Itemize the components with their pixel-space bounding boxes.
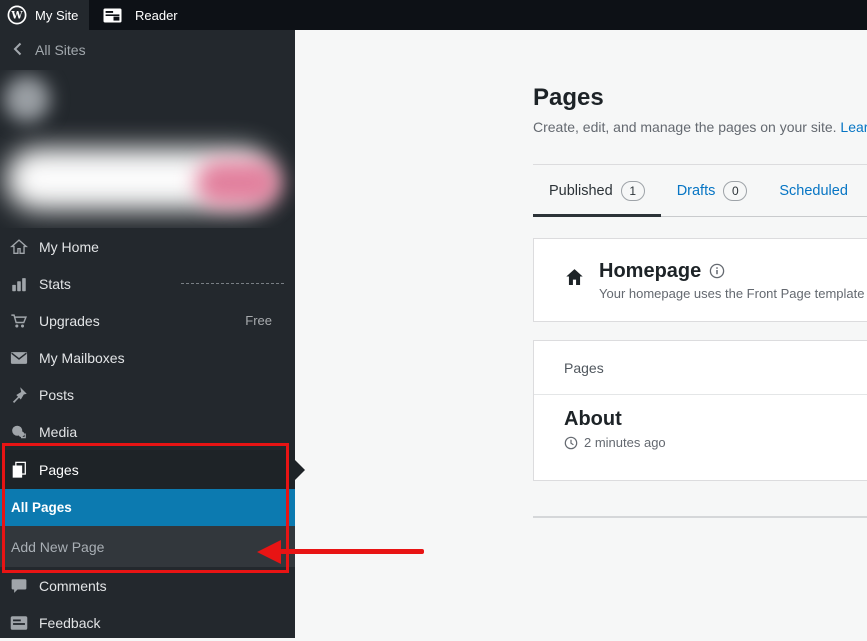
- wordpress-logo-icon: W: [7, 5, 27, 25]
- pages-list-card: Pages About 2 minutes ago: [533, 340, 867, 481]
- sidebar-item-feedback[interactable]: Feedback: [0, 604, 295, 641]
- sidebar-item-media[interactable]: Media: [0, 413, 295, 450]
- menu-label: Comments: [39, 578, 107, 594]
- sidebar-item-upgrades[interactable]: Upgrades Free: [0, 302, 295, 339]
- tab-scheduled[interactable]: Scheduled: [763, 165, 864, 217]
- media-icon: [9, 422, 28, 441]
- sidebar-item-stats[interactable]: Stats: [0, 265, 295, 302]
- submenu-item-all-pages[interactable]: All Pages: [0, 489, 295, 526]
- tab-count-badge: 0: [723, 181, 747, 201]
- pages-icon: [9, 460, 28, 479]
- sidebar: All Sites My Home Stats: [0, 30, 295, 638]
- cart-icon: [9, 311, 28, 330]
- main-content: Pages Create, edit, and manage the pages…: [295, 30, 867, 638]
- menu-label: Pages: [39, 462, 79, 478]
- upgrades-plan-badge: Free: [245, 313, 285, 328]
- menu-label: Upgrades: [39, 313, 100, 329]
- svg-text:W: W: [10, 11, 23, 22]
- screen: W My Site Reader All Sites: [0, 0, 867, 638]
- menu-label: My Home: [39, 239, 99, 255]
- tab-label: Drafts: [677, 183, 716, 199]
- tab-label: Published: [549, 183, 613, 199]
- all-sites-back-link[interactable]: All Sites: [0, 30, 295, 70]
- page-title: Pages: [533, 84, 604, 112]
- my-site-label: My Site: [35, 8, 78, 23]
- comments-icon: [9, 576, 28, 595]
- feedback-icon: [9, 613, 28, 632]
- site-badge-blurred: [196, 160, 280, 206]
- tab-drafts[interactable]: Drafts 0: [661, 165, 764, 217]
- homepage-home-icon: [564, 267, 585, 293]
- homepage-card-text: Homepage Your homepage uses the Front Pa…: [599, 260, 864, 301]
- menu-label: Media: [39, 424, 77, 440]
- page-row-title[interactable]: About: [564, 408, 867, 431]
- stats-icon: [9, 274, 28, 293]
- menu-label: Posts: [39, 387, 74, 403]
- learn-more-link[interactable]: Learn more: [840, 119, 867, 135]
- masterbar-reader-tab[interactable]: Reader: [89, 0, 178, 30]
- chevron-left-icon: [12, 42, 23, 59]
- info-icon[interactable]: [709, 263, 725, 279]
- submenu-item-add-new-page[interactable]: Add New Page: [0, 526, 295, 567]
- pages-list-header: Pages: [534, 341, 867, 395]
- sidebar-menu: My Home Stats Upgrades Free: [0, 228, 295, 641]
- homepage-card[interactable]: Homepage Your homepage uses the Front Pa…: [533, 238, 867, 322]
- section-divider: [533, 516, 867, 518]
- home-icon: [9, 237, 28, 256]
- stats-sparkline-placeholder: [181, 283, 284, 284]
- status-tabs: Published 1 Drafts 0 Scheduled: [533, 164, 867, 217]
- sidebar-item-my-home[interactable]: My Home: [0, 228, 295, 265]
- pushpin-icon: [9, 385, 28, 404]
- page-description-text: Create, edit, and manage the pages on yo…: [533, 119, 840, 135]
- reader-icon: [103, 8, 122, 23]
- clock-icon: [564, 436, 578, 450]
- masterbar: W My Site Reader: [0, 0, 867, 30]
- homepage-subtitle: Your homepage uses the Front Page templa…: [599, 286, 864, 301]
- homepage-title: Homepage: [599, 260, 701, 283]
- tab-count-badge: 1: [621, 181, 645, 201]
- menu-label: My Mailboxes: [39, 350, 125, 366]
- submenu-label: Add New Page: [11, 539, 104, 555]
- reader-label: Reader: [135, 8, 178, 23]
- all-sites-label: All Sites: [35, 42, 86, 58]
- tab-published[interactable]: Published 1: [533, 165, 661, 217]
- mail-icon: [9, 348, 28, 367]
- menu-label: Stats: [39, 276, 71, 292]
- tab-label: Scheduled: [779, 183, 848, 199]
- pages-submenu: All Pages Add New Page: [0, 489, 295, 567]
- site-avatar-blurred: [4, 76, 50, 122]
- menu-label: Feedback: [39, 615, 100, 631]
- masterbar-my-site-tab[interactable]: W My Site: [0, 0, 89, 30]
- sidebar-item-comments[interactable]: Comments: [0, 567, 295, 604]
- site-card-blurred[interactable]: [0, 70, 295, 228]
- sidebar-item-pages[interactable]: Pages: [0, 450, 295, 489]
- sidebar-item-posts[interactable]: Posts: [0, 376, 295, 413]
- page-description: Create, edit, and manage the pages on yo…: [533, 119, 867, 135]
- submenu-label: All Pages: [11, 500, 72, 515]
- page-row-about[interactable]: About 2 minutes ago: [534, 395, 867, 450]
- page-row-time: 2 minutes ago: [584, 435, 666, 450]
- current-menu-arrow: [295, 460, 305, 480]
- sidebar-item-my-mailboxes[interactable]: My Mailboxes: [0, 339, 295, 376]
